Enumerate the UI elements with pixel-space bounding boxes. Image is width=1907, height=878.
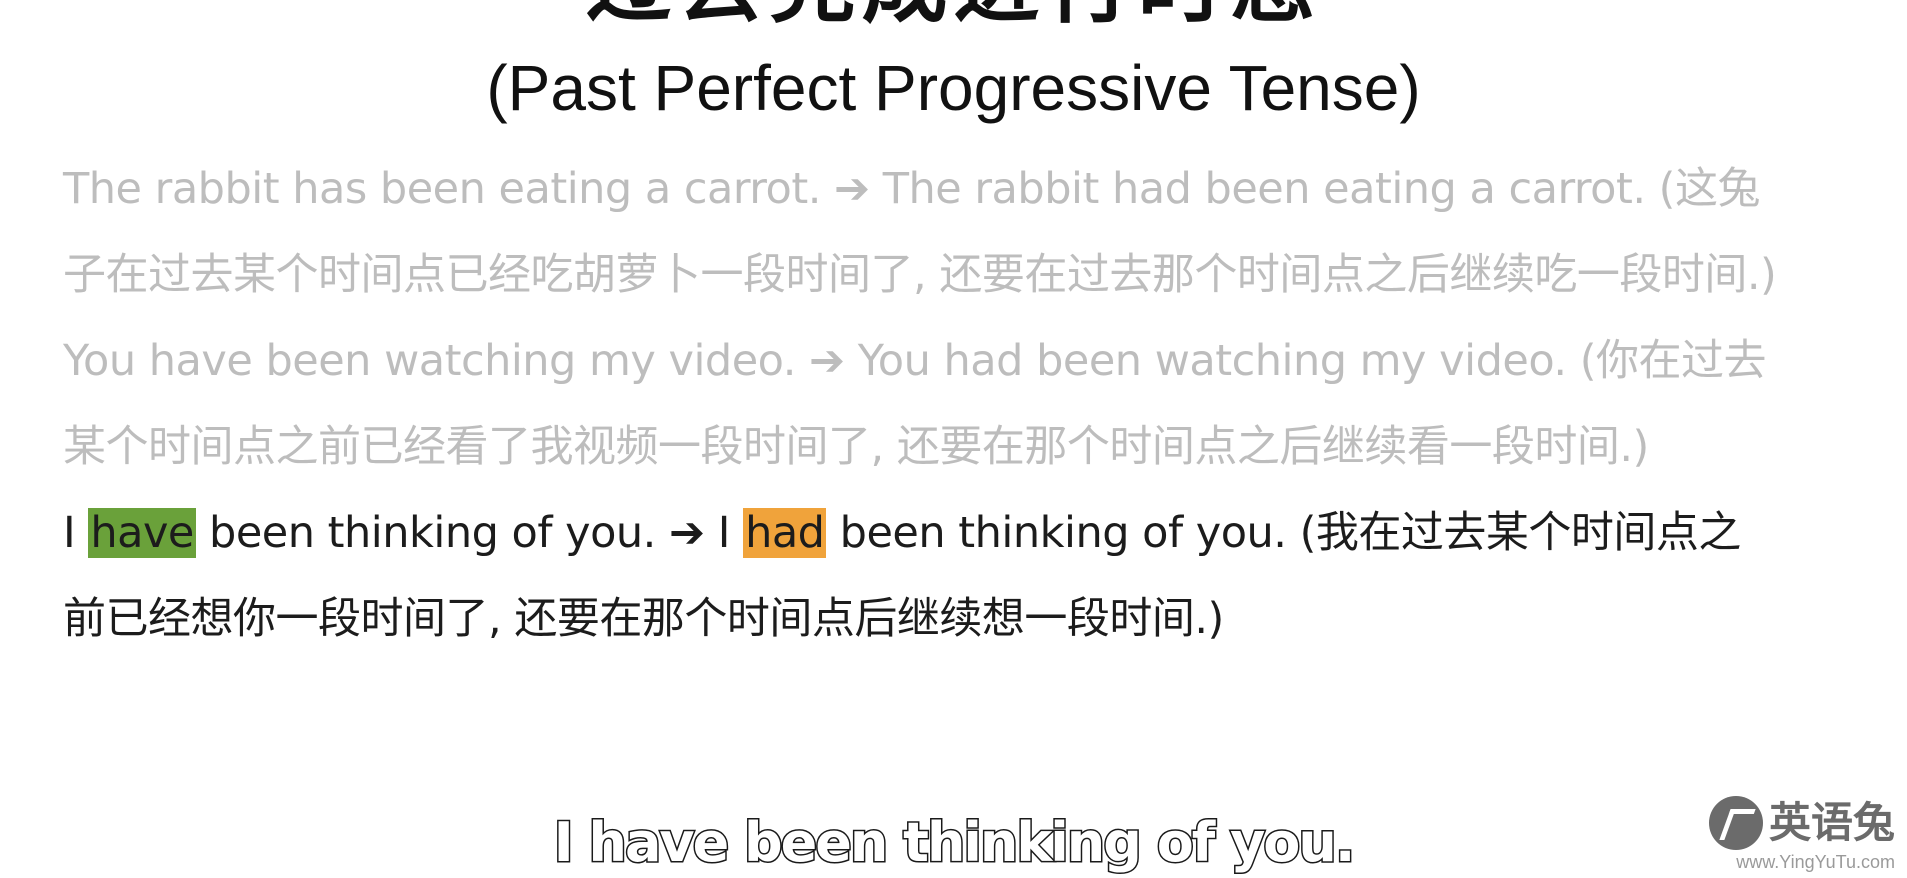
- example-video: You have been watching my video. ➔ You h…: [63, 336, 1766, 472]
- english-title: (Past Perfect Progressive Tense): [486, 52, 1421, 124]
- example-rabbit: The rabbit has been eating a carrot. ➔ T…: [63, 164, 1777, 300]
- highlight-have: have: [88, 508, 196, 558]
- example-thinking-part2: been thinking of you.: [195, 508, 670, 558]
- rabbit-logo-icon: [1708, 796, 1763, 850]
- chinese-title: 过去完成进行时态: [0, 0, 1907, 28]
- watermark-url: www.YingYuTu.com: [1736, 852, 1895, 872]
- watermark: 英语兔 www.YingYuTu.com: [1708, 796, 1895, 872]
- example-thinking-part3: I: [704, 508, 744, 558]
- video-subtitle: I have been thinking of you.: [552, 810, 1357, 876]
- arrow-icon: ➔: [669, 508, 705, 558]
- watermark-brand: 英语兔: [1768, 798, 1895, 847]
- example-thinking: I have been thinking of you. ➔ I had bee…: [63, 490, 1783, 662]
- examples-list: The rabbit has been eating a carrot. ➔ T…: [63, 146, 1783, 662]
- example-thinking-part1: I: [63, 508, 89, 558]
- highlight-had: had: [743, 508, 827, 558]
